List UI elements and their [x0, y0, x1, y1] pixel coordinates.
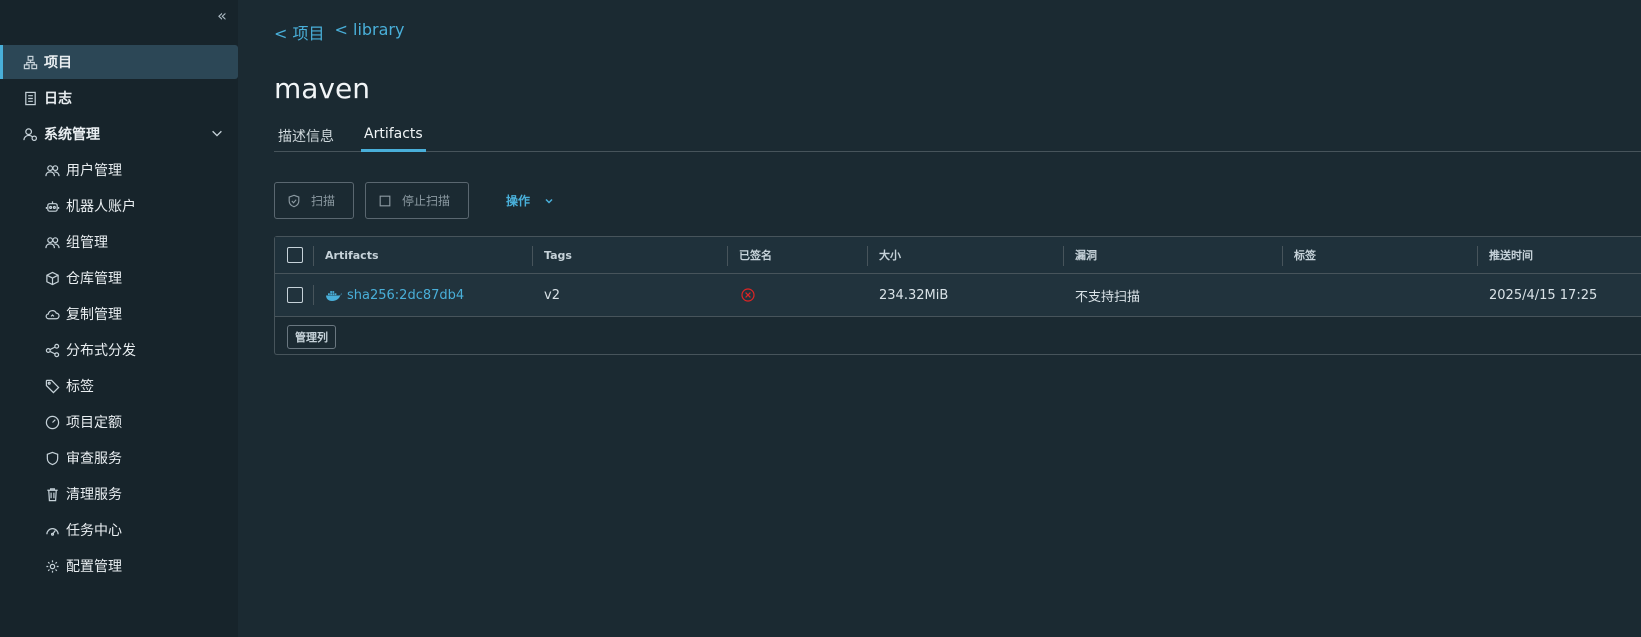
sidebar-item-label: 用户管理 — [66, 163, 122, 179]
column-header-push-time[interactable]: 推送时间 — [1489, 237, 1533, 273]
sidebar-item-projects[interactable]: 项目 — [0, 45, 238, 79]
stop-scan-button[interactable]: 停止扫描 — [365, 182, 469, 219]
tab-info[interactable]: 描述信息 — [278, 126, 334, 152]
trash-icon — [44, 486, 60, 502]
column-header-vulnerabilities[interactable]: 漏洞 — [1075, 237, 1097, 273]
scan-button-label: 扫描 — [311, 194, 336, 208]
sidebar-item-registries[interactable]: 仓库管理 — [0, 261, 238, 295]
sidebar-item-label: 清理服务 — [66, 487, 122, 503]
column-header-size[interactable]: 大小 — [879, 237, 901, 273]
docker-icon — [326, 290, 342, 301]
actions-label: 操作 — [506, 194, 531, 208]
table-row: sha256:2dc87db4 v2 234.32MiB 不支持扫描 2025/… — [275, 274, 1641, 317]
sidebar-item-label: 配置管理 — [66, 559, 122, 575]
sidebar-item-groups[interactable]: 组管理 — [0, 225, 238, 259]
sidebar-item-label: 项目 — [44, 55, 72, 71]
tab-artifacts[interactable]: Artifacts — [361, 126, 426, 152]
push-time-cell: 2025/4/15 17:25 — [1489, 287, 1598, 303]
actions-dropdown[interactable]: 操作 — [506, 192, 554, 209]
robot-icon — [44, 198, 60, 214]
sidebar-item-job-center[interactable]: 任务中心 — [0, 513, 238, 547]
registry-icon — [44, 270, 60, 286]
users-icon — [44, 162, 60, 178]
page-title: maven — [274, 72, 370, 105]
quota-icon — [44, 414, 60, 430]
shield-check-icon — [288, 194, 300, 207]
signed-cell — [741, 274, 755, 316]
sidebar-item-label: 复制管理 — [66, 307, 122, 323]
chevron-down-icon[interactable] — [210, 126, 226, 142]
stop-scan-button-label: 停止扫描 — [402, 194, 451, 208]
sidebar-item-label: 机器人账户 — [66, 199, 136, 215]
not-signed-icon — [741, 288, 755, 302]
column-header-labels[interactable]: 标签 — [1294, 237, 1316, 273]
row-select-cell — [287, 274, 303, 316]
project-icon — [22, 54, 38, 70]
artifacts-table: Artifacts Tags 已签名 大小 漏洞 标签 推送时间 sha256:… — [274, 236, 1641, 355]
scan-button[interactable]: 扫描 — [274, 182, 354, 219]
sidebar-item-label: 标签 — [66, 379, 94, 395]
sidebar-item-cleanup[interactable]: 清理服务 — [0, 477, 238, 511]
dashboard-icon — [44, 522, 60, 538]
cloud-icon — [44, 306, 60, 322]
row-checkbox[interactable] — [287, 287, 303, 303]
sidebar-item-replication[interactable]: 复制管理 — [0, 297, 238, 331]
table-header: Artifacts Tags 已签名 大小 漏洞 标签 推送时间 — [275, 237, 1641, 274]
shield-icon — [44, 450, 60, 466]
sidebar-item-configuration[interactable]: 配置管理 — [0, 549, 238, 583]
sidebar-item-label: 系统管理 — [44, 127, 100, 143]
sidebar-item-label: 项目定额 — [66, 415, 122, 431]
select-all-checkbox[interactable] — [287, 247, 303, 263]
sidebar-item-label: 审查服务 — [66, 451, 122, 467]
log-icon — [22, 90, 38, 106]
tags-cell: v2 — [544, 287, 560, 303]
share-icon — [44, 342, 60, 358]
artifact-cell: sha256:2dc87db4 — [325, 274, 464, 316]
group-icon — [44, 234, 60, 250]
select-all-cell — [287, 237, 303, 273]
collapse-sidebar-icon[interactable]: « — [212, 6, 232, 26]
sidebar-item-logs[interactable]: 日志 — [0, 81, 238, 115]
tab-bar: 描述信息 Artifacts — [274, 120, 1641, 152]
sidebar-item-label: 分布式分发 — [66, 343, 136, 359]
tag-icon — [44, 378, 60, 394]
breadcrumb-projects-link[interactable]: < 项目 — [274, 20, 325, 44]
sidebar-item-label: 任务中心 — [66, 523, 122, 539]
vulnerabilities-cell: 不支持扫描 — [1075, 289, 1141, 305]
sidebar-item-label: 日志 — [44, 91, 72, 107]
sidebar-item-robot-accounts[interactable]: 机器人账户 — [0, 189, 238, 223]
size-cell: 234.32MiB — [879, 287, 949, 303]
breadcrumb-library-link[interactable]: < library — [335, 20, 405, 44]
column-header-artifacts[interactable]: Artifacts — [325, 237, 379, 273]
sidebar-item-admin[interactable]: 系统管理 — [0, 117, 238, 151]
column-header-tags[interactable]: Tags — [544, 237, 572, 273]
sidebar-item-distribution[interactable]: 分布式分发 — [0, 333, 238, 367]
breadcrumb: < 项目 < library — [274, 20, 404, 44]
main-content: < 项目 < library maven 描述信息 Artifacts 扫描 停… — [238, 0, 1641, 637]
column-header-signed[interactable]: 已签名 — [739, 237, 772, 273]
sidebar-item-users[interactable]: 用户管理 — [0, 153, 238, 187]
stop-icon — [379, 195, 391, 206]
admin-icon — [22, 126, 38, 142]
artifact-digest-link[interactable]: sha256:2dc87db4 — [347, 288, 464, 303]
sidebar-item-label: 组管理 — [66, 235, 108, 251]
manage-columns-button[interactable]: 管理列 — [287, 325, 336, 349]
chevron-down-icon — [545, 198, 553, 204]
gear-icon — [44, 558, 60, 574]
sidebar-item-labels[interactable]: 标签 — [0, 369, 238, 403]
sidebar-item-interrogation[interactable]: 审查服务 — [0, 441, 238, 475]
table-footer: 管理列 — [275, 317, 1641, 355]
sidebar: « 项目 日志 系统管理 用户管理 机器人账户 组管理 仓库管理 复制管理 分布… — [0, 0, 238, 637]
sidebar-item-quotas[interactable]: 项目定额 — [0, 405, 238, 439]
sidebar-item-label: 仓库管理 — [66, 271, 122, 287]
